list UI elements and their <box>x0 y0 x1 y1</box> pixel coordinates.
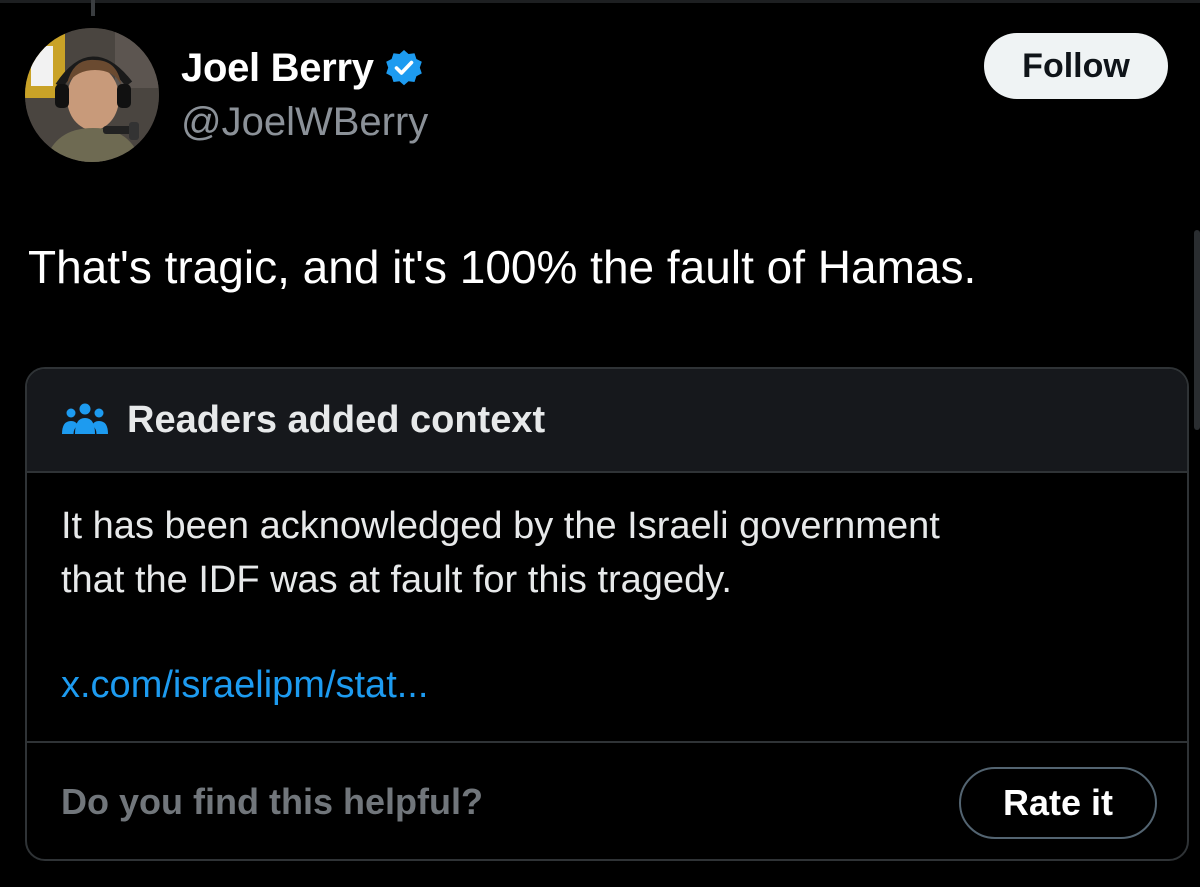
community-note-body: It has been acknowledged by the Israeli … <box>61 499 1141 607</box>
display-name[interactable]: Joel Berry <box>181 46 374 91</box>
community-note-title: Readers added context <box>127 398 546 441</box>
follow-button[interactable]: Follow <box>984 33 1168 99</box>
community-note-header: Readers added context <box>27 369 1187 473</box>
community-note-divider <box>27 741 1187 743</box>
avatar[interactable] <box>25 28 159 162</box>
helpful-prompt: Do you find this helpful? <box>61 781 483 822</box>
scrollbar[interactable] <box>1194 230 1200 430</box>
top-divider <box>0 0 1200 3</box>
tweet-view: Joel Berry @JoelWBerry Follow That's tra… <box>0 0 1200 887</box>
thread-connector <box>91 0 95 16</box>
people-icon <box>62 403 108 434</box>
rate-it-button[interactable]: Rate it <box>959 767 1157 839</box>
author-handle[interactable]: @JoelWBerry <box>181 100 428 145</box>
tweet-text: That's tragic, and it's 100% the fault o… <box>28 241 977 293</box>
community-note: Readers added context It has been acknow… <box>25 367 1189 861</box>
profile-photo-icon <box>25 28 159 162</box>
community-note-line: that the IDF was at fault for this trage… <box>61 559 732 601</box>
author-name-row[interactable]: Joel Berry <box>181 42 424 94</box>
community-note-line: It has been acknowledged by the Israeli … <box>61 505 940 547</box>
source-link[interactable]: x.com/israelipm/stat... <box>61 664 428 707</box>
verified-badge-icon <box>385 50 422 86</box>
